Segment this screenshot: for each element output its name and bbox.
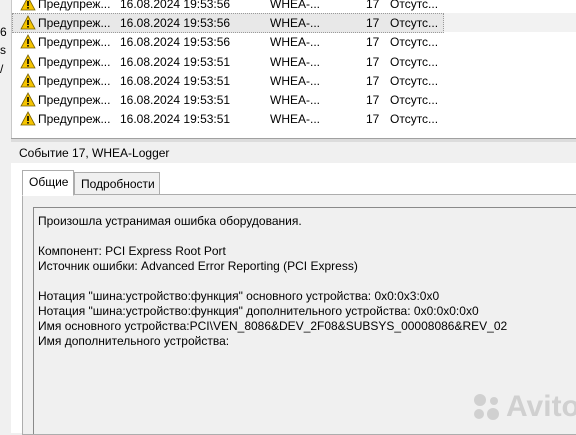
event-detail-title: Событие 17, WHEA-Logger	[19, 146, 170, 160]
left-pane-fragment: 6	[0, 25, 7, 39]
description-line: Нотация "шина:устройство:функция" основн…	[38, 289, 440, 303]
event-row[interactable]: Предупреж... 16.08.2024 19:53:51 WHEA-... 1…	[12, 109, 576, 128]
event-id: 17	[366, 55, 380, 69]
event-datetime: 16.08.2024 19:53:56	[120, 35, 231, 49]
event-row[interactable]: Предупреж... 16.08.2024 19:53:51 WHEA-... 1…	[12, 52, 576, 71]
event-list[interactable]: Предупреж... 16.08.2024 19:53:56 WHEA-... 1…	[11, 0, 576, 138]
event-source: WHEA-...	[270, 0, 320, 11]
event-source: WHEA-...	[270, 93, 320, 107]
event-level: Предупреж...	[38, 16, 111, 30]
tab-general-label: Общие	[29, 175, 69, 189]
tab-details-label: Подробности	[81, 177, 155, 191]
event-row[interactable]: Предупреж... 16.08.2024 19:53:51 WHEA-... 1…	[12, 90, 576, 109]
event-id: 17	[366, 74, 380, 88]
description-line: Компонент: PCI Express Root Port	[38, 244, 226, 258]
avito-logo-icon	[474, 394, 499, 420]
event-source: WHEA-...	[270, 16, 320, 30]
event-datetime: 16.08.2024 19:53:51	[120, 112, 231, 126]
event-row[interactable]: Предупреж... 16.08.2024 19:53:51 WHEA-... 1…	[12, 71, 576, 90]
description-line: Источник ошибки: Advanced Error Reportin…	[38, 259, 358, 273]
event-datetime: 16.08.2024 19:53:51	[120, 93, 231, 107]
tab-details[interactable]: Подробности	[74, 172, 160, 195]
left-pane-fragment: s	[0, 43, 6, 57]
event-source: WHEA-...	[270, 112, 320, 126]
warning-icon	[20, 73, 36, 88]
warning-icon	[20, 111, 36, 126]
event-level: Предупреж...	[38, 74, 111, 88]
event-row[interactable]: Предупреж... 16.08.2024 19:53:56 WHEA-... 1…	[12, 32, 576, 51]
warning-icon	[20, 34, 36, 49]
event-datetime: 16.08.2024 19:53:56	[120, 0, 231, 11]
left-pane-fragment: /	[0, 62, 4, 76]
event-source: WHEA-...	[270, 74, 320, 88]
event-level: Предупреж...	[38, 93, 111, 107]
event-source: WHEA-...	[270, 35, 320, 49]
event-row[interactable]: Предупреж... 16.08.2024 19:53:56 WHEA-... 1…	[12, 0, 576, 13]
left-pane-edge: 6 s /	[0, 0, 11, 138]
event-id: 17	[366, 93, 380, 107]
description-line: Имя основного устройства:PCI\VEN_8086&DE…	[38, 319, 508, 333]
event-datetime: 16.08.2024 19:53:51	[120, 74, 231, 88]
event-detail-header: Событие 17, WHEA-Logger	[11, 142, 576, 164]
event-task-category: Отсутс...	[390, 55, 439, 69]
event-id: 17	[366, 16, 380, 30]
event-task-category: Отсутс...	[390, 16, 439, 30]
event-task-category: Отсутс...	[390, 74, 439, 88]
event-task-category: Отсутс...	[390, 112, 439, 126]
event-level: Предупреж...	[38, 0, 111, 11]
event-source: WHEA-...	[270, 55, 320, 69]
watermark-text: Avito	[506, 390, 576, 423]
event-datetime: 16.08.2024 19:53:51	[120, 55, 231, 69]
warning-icon	[20, 54, 36, 69]
warning-icon	[20, 15, 36, 30]
event-task-category: Отсутс...	[390, 93, 439, 107]
warning-icon	[20, 0, 36, 11]
event-task-category: Отсутс...	[390, 0, 439, 11]
event-level: Предупреж...	[38, 55, 111, 69]
description-line: Имя дополнительного устройства:	[38, 334, 230, 348]
event-row[interactable]: Предупреж... 16.08.2024 19:53:56 WHEA-... 1…	[12, 13, 576, 33]
event-id: 17	[366, 35, 380, 49]
warning-icon	[20, 92, 36, 107]
event-task-category: Отсутс...	[390, 35, 439, 49]
event-level: Предупреж...	[38, 112, 111, 126]
tab-general[interactable]: Общие	[22, 170, 74, 196]
event-level: Предупреж...	[38, 35, 111, 49]
description-line: Нотация "шина:устройство:функция" дополн…	[38, 304, 479, 318]
event-id: 17	[366, 0, 380, 11]
event-datetime: 16.08.2024 19:53:56	[120, 16, 231, 30]
event-id: 17	[366, 112, 380, 126]
description-line: Произошла устранимая ошибка оборудования…	[38, 214, 302, 228]
